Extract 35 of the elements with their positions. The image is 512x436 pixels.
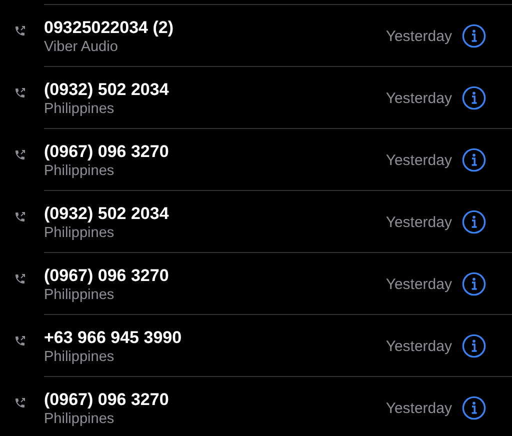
- outgoing-call-icon: [14, 25, 26, 37]
- phone-number: (0932) 502 2034: [44, 79, 170, 100]
- info-icon[interactable]: [462, 396, 486, 420]
- call-type-label: Philippines: [44, 162, 116, 180]
- outgoing-call-icon: [14, 211, 26, 223]
- call-time: Yesterday: [386, 152, 452, 169]
- info-icon[interactable]: [462, 272, 486, 296]
- outgoing-call-icon: [14, 87, 26, 99]
- info-icon[interactable]: [462, 24, 486, 48]
- outgoing-call-icon: [14, 273, 26, 285]
- phone-number: 09325022034 (2): [44, 17, 175, 38]
- phone-number: +63 966 945 3990: [44, 327, 183, 348]
- phone-number: (0932) 502 2034: [44, 203, 170, 224]
- call-time: Yesterday: [386, 90, 452, 107]
- call-type-label: Philippines: [44, 100, 116, 118]
- call-type-label: Philippines: [44, 286, 116, 304]
- call-type-label: Philippines: [44, 348, 116, 366]
- call-type-label: Viber Audio: [44, 38, 119, 56]
- outgoing-call-icon: [14, 149, 26, 161]
- phone-number: (0967) 096 3270: [44, 141, 170, 162]
- call-time: Yesterday: [386, 276, 452, 293]
- call-time: Yesterday: [386, 28, 452, 45]
- outgoing-call-icon: [14, 397, 26, 409]
- info-icon[interactable]: [462, 148, 486, 172]
- call-type-label: Philippines: [44, 224, 116, 242]
- call-time: Yesterday: [386, 400, 452, 417]
- outgoing-call-icon: [14, 335, 26, 347]
- phone-number: (0967) 096 3270: [44, 265, 170, 286]
- call-time: Yesterday: [386, 214, 452, 231]
- info-icon[interactable]: [462, 334, 486, 358]
- call-type-label: Philippines: [44, 410, 116, 428]
- info-icon[interactable]: [462, 210, 486, 234]
- info-icon[interactable]: [462, 86, 486, 110]
- call-time: Yesterday: [386, 338, 452, 355]
- phone-number: (0967) 096 3270: [44, 389, 170, 410]
